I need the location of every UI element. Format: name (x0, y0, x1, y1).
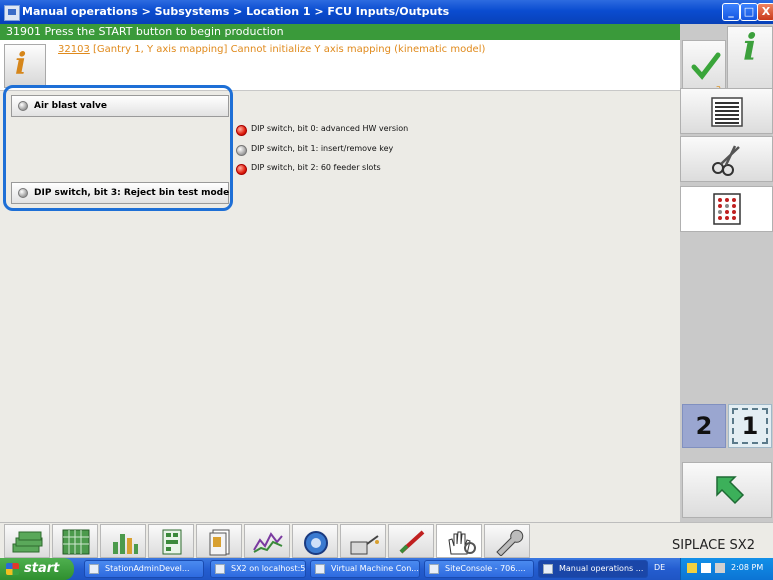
led-icon (18, 188, 28, 198)
manual-operation-hand-icon (448, 531, 476, 555)
camera-icon (304, 531, 328, 555)
trend-button[interactable] (244, 524, 290, 558)
line-chart-icon (253, 532, 283, 553)
taskbar-item-active[interactable]: Manual operations ... (538, 560, 648, 578)
station-1-button[interactable]: 1 (728, 404, 772, 448)
acknowledge-button[interactable]: 2 (682, 40, 726, 94)
windows-logo-icon (6, 563, 19, 575)
app-icon (4, 5, 20, 21)
maximize-button[interactable]: □ (740, 3, 758, 21)
taskbar-item[interactable]: Virtual Machine Con... (310, 560, 420, 578)
oil-can-icon (350, 535, 379, 555)
vision-button[interactable] (292, 524, 338, 558)
status-line: 31901 Press the START button to begin pr… (0, 24, 680, 40)
board-button[interactable] (148, 524, 194, 558)
window-title: Manual operations > Subsystems > Locatio… (22, 5, 450, 18)
production-button[interactable] (4, 524, 50, 558)
statistics-button[interactable] (100, 524, 146, 558)
return-button[interactable] (682, 462, 772, 518)
app-icon (215, 564, 225, 574)
system-tray: 2:08 PM (680, 558, 773, 580)
list-icon (711, 97, 743, 127)
taskbar-item[interactable]: SX2 on localhost:5... (210, 560, 306, 578)
check-icon (691, 52, 721, 80)
tray-icon[interactable] (715, 563, 725, 573)
wrench-icon (496, 529, 524, 556)
board-icon (162, 529, 182, 555)
info-icon: i (743, 27, 757, 69)
service-button[interactable] (484, 524, 530, 558)
io-grid-button[interactable] (680, 186, 773, 232)
os-taskbar: start StationAdminDevel... SX2 on localh… (0, 558, 773, 580)
message-bar: i 32103 [Gantry 1, Y axis mapping] Canno… (0, 40, 680, 91)
scissors-icon (712, 145, 740, 176)
info-button[interactable]: i (4, 44, 46, 88)
error-code-link[interactable]: 32103 (58, 44, 90, 55)
taskbar-item[interactable]: SiteConsole - 706.... (424, 560, 534, 578)
document-button[interactable] (196, 524, 242, 558)
app-icon (89, 564, 99, 574)
reject-bin-test-mode-button[interactable]: DIP switch, bit 3: Reject bin test mode (11, 182, 229, 204)
document-icon (209, 529, 230, 556)
led-icon (236, 145, 247, 156)
app-icon (429, 564, 439, 574)
cut-button[interactable] (680, 136, 773, 182)
bottom-toolbar (0, 522, 773, 559)
arrow-icon (716, 476, 745, 505)
error-message: 32103 [Gantry 1, Y axis mapping] Cannot … (58, 44, 485, 55)
led-icon (236, 125, 247, 136)
app-icon (315, 564, 325, 574)
close-button[interactable]: X (757, 3, 773, 21)
air-blast-valve-button[interactable]: Air blast valve (11, 95, 229, 117)
info-icon: i (15, 47, 27, 82)
manual-operations-button[interactable] (436, 524, 482, 558)
brand-label: SIPLACE SX2 (672, 538, 755, 553)
start-button[interactable]: start (0, 558, 74, 580)
app-icon (543, 564, 553, 574)
info-panel-button[interactable]: i (727, 26, 773, 94)
nozzle-icon (399, 530, 425, 554)
setup-button[interactable] (52, 524, 98, 558)
window-title-bar[interactable]: Manual operations > Subsystems > Locatio… (0, 0, 773, 24)
io-grid-icon (713, 193, 741, 225)
led-icon (18, 101, 28, 111)
list-view-button[interactable] (680, 88, 773, 134)
tray-icon[interactable] (701, 563, 711, 573)
language-indicator[interactable]: DE (654, 563, 665, 572)
error-text: [Gantry 1, Y axis mapping] Cannot initia… (89, 44, 486, 55)
money-stack-icon (12, 531, 43, 553)
minimize-button[interactable]: _ (722, 3, 740, 21)
led-icon (236, 164, 247, 175)
maintenance-button[interactable] (340, 524, 386, 558)
nozzle-button[interactable] (388, 524, 434, 558)
taskbar-item[interactable]: StationAdminDevel... (84, 560, 204, 578)
grid-board-icon (62, 529, 90, 555)
bar-chart-icon (113, 534, 138, 554)
clock: 2:08 PM (731, 563, 764, 572)
station-2-button[interactable]: 2 (682, 404, 726, 448)
tray-icon[interactable] (687, 563, 697, 573)
